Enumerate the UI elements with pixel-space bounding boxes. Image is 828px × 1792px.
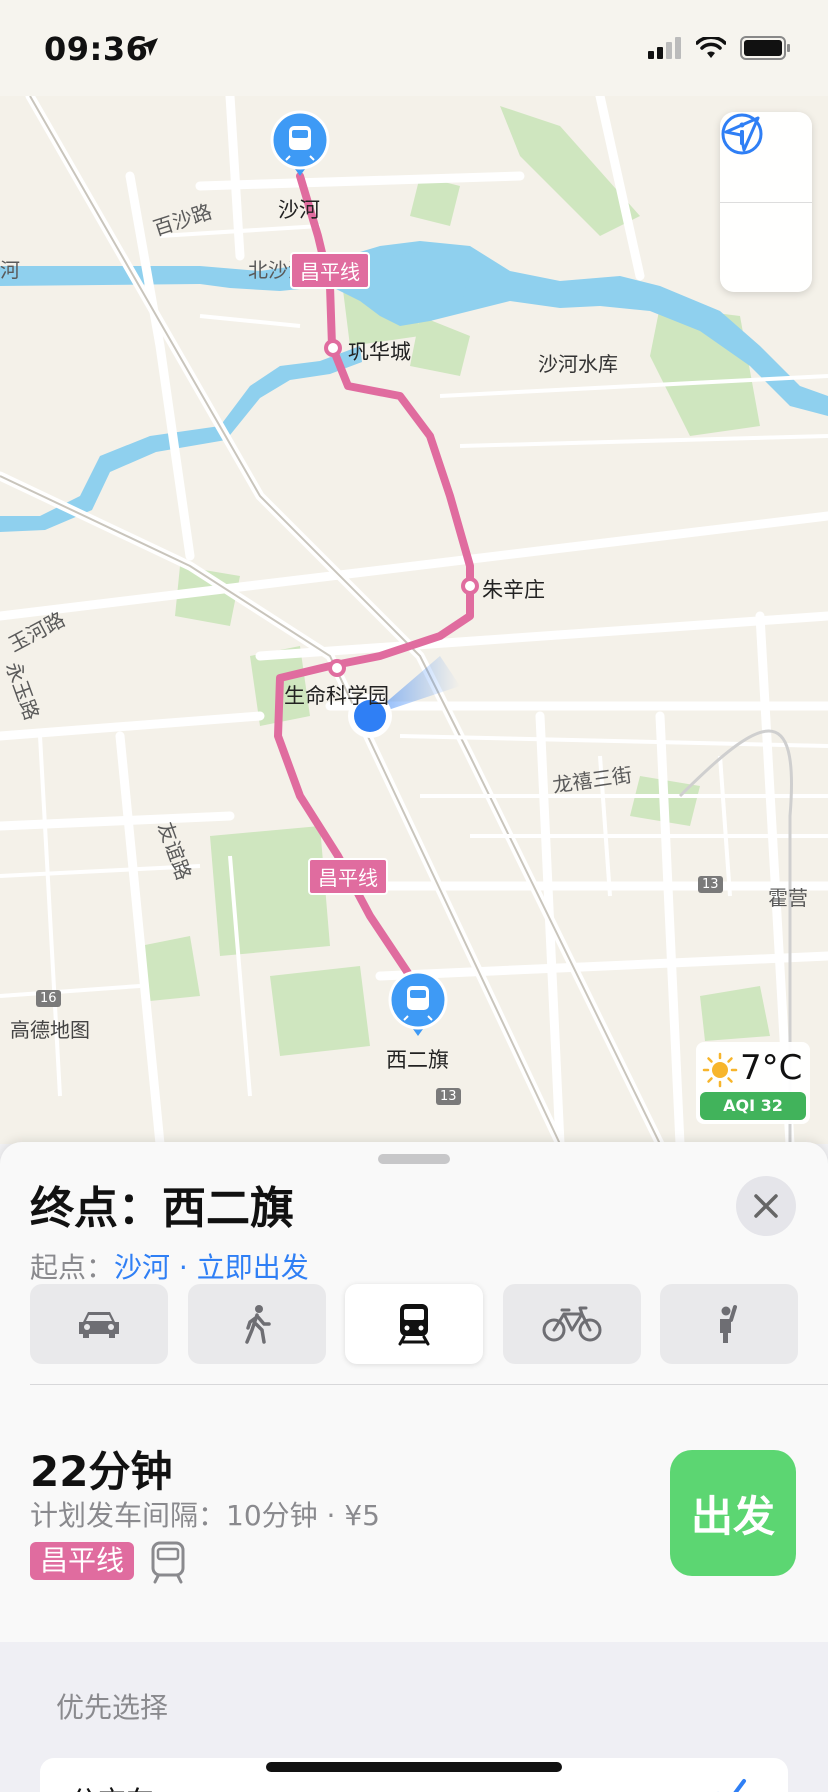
mode-bike-button[interactable] — [502, 1284, 641, 1364]
wifi-icon — [696, 37, 726, 58]
sheet-grabber[interactable] — [378, 1154, 450, 1164]
transport-mode-selector — [30, 1284, 798, 1364]
checkmark-icon — [718, 1779, 746, 1792]
directions-sheet: 终点：西二旗 起点：沙河 · 立即出发 22分钟 计划发车间隔：10分钟 · ¥… — [0, 1142, 828, 1792]
weather-widget: 7°C AQI 32 — [696, 1042, 810, 1124]
station-label-life-science-park[interactable]: 生命科学园 — [284, 680, 389, 710]
map-controls — [720, 112, 812, 292]
origin-link[interactable]: 沙河 · 立即出发 — [114, 1251, 309, 1284]
station-pin-shahe — [270, 110, 330, 176]
bike-icon — [542, 1306, 601, 1342]
location-arrow-icon — [140, 38, 158, 56]
station-label-shahe[interactable]: 沙河 — [278, 194, 320, 224]
status-bar: 09:36 — [0, 0, 828, 96]
route-duration: 22分钟 — [30, 1447, 173, 1496]
map-attribution: 高德地图 — [10, 1018, 90, 1042]
map-canvas — [0, 96, 828, 1144]
status-icons — [648, 36, 792, 60]
cellular-signal-icon — [648, 37, 681, 59]
status-time: 09:36 — [44, 30, 149, 68]
close-icon — [754, 1194, 778, 1218]
destination-title: 终点：西二旗 — [30, 1183, 294, 1234]
aqi-badge: AQI 32 — [700, 1092, 806, 1120]
mode-walk-button[interactable] — [187, 1284, 326, 1364]
close-button[interactable] — [736, 1176, 796, 1236]
divider — [30, 1384, 828, 1385]
route-train-icon — [151, 1541, 185, 1584]
road-shield-16: 16 — [36, 990, 61, 1007]
station-label-gonghuacheng[interactable]: 巩华城 — [348, 336, 411, 366]
river-label-edge: 河 — [0, 258, 20, 282]
place-label-huoying: 霍营 — [768, 886, 808, 910]
hail-icon — [720, 1305, 737, 1343]
preference-item-label: 公交车 — [70, 1780, 154, 1792]
car-icon — [79, 1312, 119, 1338]
preferences-title: 优先选择 — [56, 1691, 169, 1724]
locate-me-button[interactable] — [720, 116, 812, 292]
home-indicator[interactable] — [266, 1762, 562, 1772]
walk-icon — [244, 1305, 271, 1344]
weather-temperature: 7°C — [740, 1048, 803, 1088]
sun-icon — [702, 1052, 738, 1088]
train-icon — [398, 1304, 430, 1346]
mode-transit-button[interactable] — [345, 1284, 483, 1364]
battery-icon — [740, 36, 790, 60]
origin-row: 起点：沙河 · 立即出发 — [30, 1246, 309, 1286]
route-detail: 计划发车间隔：10分钟 · ¥5 — [30, 1499, 380, 1532]
go-button[interactable]: 出发 — [670, 1450, 796, 1576]
line-badge-top: 昌平线 — [290, 252, 370, 289]
mode-car-button[interactable] — [30, 1284, 168, 1364]
route-line-badge: 昌平线 — [30, 1542, 135, 1580]
location-arrow-outline-icon — [724, 116, 760, 152]
origin-prefix: 起点： — [30, 1251, 115, 1284]
station-label-xierqi[interactable]: 西二旗 — [386, 1044, 449, 1074]
station-pin-xierqi — [388, 970, 448, 1036]
mode-ride-hailing-button[interactable] — [660, 1284, 798, 1364]
map-view[interactable]: 百沙路 北沙河 河 沙河水库 玉河路 永玉路 友谊路 龙禧三街 霍营 沙河 巩华… — [0, 96, 828, 1144]
station-label-zhuxinzhuang[interactable]: 朱辛庄 — [482, 574, 545, 604]
reservoir-label: 沙河水库 — [538, 352, 618, 376]
road-shield-13-b: 13 — [436, 1088, 461, 1105]
line-badge-bottom: 昌平线 — [308, 858, 388, 895]
road-shield-13-a: 13 — [698, 876, 723, 893]
